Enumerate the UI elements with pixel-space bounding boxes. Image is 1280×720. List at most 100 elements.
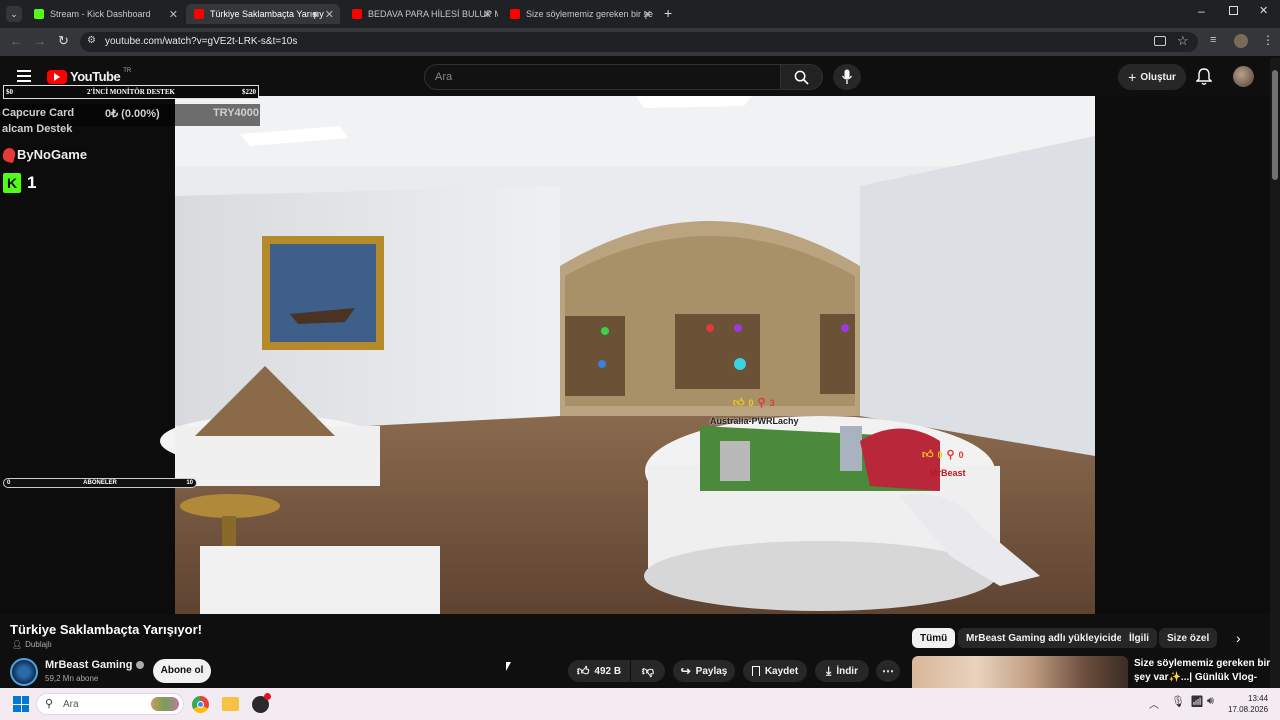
download-label: İndir xyxy=(836,665,858,677)
reload-icon[interactable]: ↻ xyxy=(58,33,69,49)
share-arrow-icon: ↪ xyxy=(680,664,691,678)
wifi-icon[interactable]: 📶︎ xyxy=(1190,695,1204,708)
chip-all[interactable]: Tümü xyxy=(912,628,956,648)
chips-next-icon[interactable]: › xyxy=(1236,630,1241,646)
file-explorer-icon[interactable] xyxy=(222,697,239,711)
account-avatar[interactable] xyxy=(1233,66,1254,87)
video-frame xyxy=(0,96,1270,614)
tab-youtube-video[interactable]: Türkiye Saklambaçta Yarışıy 🔊︎ ✕ xyxy=(186,4,340,24)
clock-date[interactable]: 17.08.2026 xyxy=(1228,705,1268,714)
person-audio-icon: 👤︎ xyxy=(12,640,23,649)
subs-label: ABONELER xyxy=(83,480,117,486)
microphone-tray-icon[interactable]: 🎙︎ xyxy=(1171,695,1185,708)
player1-name: Australia-PWRLachy xyxy=(710,416,799,426)
clock-time[interactable]: 13:44 xyxy=(1248,694,1268,703)
scrollbar-thumb[interactable] xyxy=(1272,70,1278,180)
chip-for-you[interactable]: Size özel xyxy=(1159,628,1218,648)
forward-icon[interactable]: → xyxy=(34,34,46,48)
close-window-icon[interactable]: ✕ xyxy=(1259,4,1268,17)
tab-search-dropdown-icon[interactable]: ⌄ xyxy=(6,6,22,22)
taskbar-search-box[interactable]: ⚲ Ara xyxy=(36,693,184,715)
recommendation-title-line2[interactable]: şey var✨...| Günlük Vlog- xyxy=(1134,672,1257,683)
channel-name[interactable]: MrBeast Gaming xyxy=(45,659,145,671)
like-count: 492 B xyxy=(594,665,622,677)
youtube-play-icon xyxy=(47,69,67,84)
close-tab-icon[interactable]: ✕ xyxy=(169,8,178,21)
minimize-icon[interactable]: – xyxy=(1198,4,1205,18)
microphone-icon xyxy=(841,69,853,84)
close-tab-icon[interactable]: ✕ xyxy=(643,8,652,21)
close-tab-icon[interactable]: ✕ xyxy=(483,8,492,21)
dislike-button[interactable]: 👎︎ xyxy=(631,660,665,682)
player2-finds: 0 xyxy=(958,449,964,460)
windows-start-icon[interactable] xyxy=(13,696,29,712)
more-actions-button[interactable]: ⋯ xyxy=(876,660,900,682)
recommendation-thumbnail[interactable] xyxy=(912,656,1128,688)
tab-size-soylememiz[interactable]: Size söylememiz gereken bir şe ✕ xyxy=(502,4,658,24)
video-title: Türkiye Saklambaçta Yarışıyor! xyxy=(10,622,202,637)
capcure-target: TRY4000 xyxy=(212,107,259,119)
hamburger-menu-icon[interactable] xyxy=(17,70,31,82)
youtube-logo-text: YouTube xyxy=(70,69,121,84)
speaker-icon[interactable]: 🔊︎ xyxy=(312,9,318,20)
obs-taskbar-icon[interactable] xyxy=(252,693,271,713)
address-bar[interactable]: ⚙ youtube.com/watch?v=gVE2t-LRK-s&t=10s … xyxy=(80,32,1198,52)
back-icon[interactable]: ← xyxy=(10,34,22,48)
close-tab-icon[interactable]: ✕ xyxy=(325,8,334,21)
page-scrollbar[interactable] xyxy=(1270,58,1280,688)
thumbs-down-icon: 👎︎ xyxy=(641,663,655,678)
taskbar-search-text: Ara xyxy=(63,699,79,710)
thumbs-up-icon: 👍︎ xyxy=(733,397,745,409)
verified-icon xyxy=(136,661,145,669)
chip-from-uploader[interactable]: MrBeast Gaming adlı yükleyiciden xyxy=(958,628,1137,648)
download-button[interactable]: ⤓ İndir xyxy=(815,660,869,682)
url-text[interactable]: youtube.com/watch?v=gVE2t-LRK-s&t=10s xyxy=(105,36,297,47)
region-code: TR xyxy=(123,67,132,74)
restore-icon[interactable] xyxy=(1229,6,1238,15)
more-horizontal-icon: ⋯ xyxy=(882,664,894,678)
like-button[interactable]: 👍︎ 492 B xyxy=(568,660,630,682)
subscriber-goal-bar: 0 ABONELER 10 xyxy=(3,478,197,488)
bynogame-logo: ByNoGame xyxy=(1,146,87,163)
player1-likes: 0 xyxy=(748,397,754,408)
recommendation-title-line1[interactable]: Size söylememiz gereken bir xyxy=(1134,658,1270,669)
search-input[interactable]: Ara xyxy=(424,64,781,90)
reading-list-icon[interactable]: ≡ xyxy=(1210,34,1216,46)
kick-logo-icon: K xyxy=(3,173,21,193)
save-button[interactable]: Kaydet xyxy=(743,660,807,682)
goal-title: 2'İNCİ MONİTÖR DESTEK xyxy=(87,88,175,96)
tab-bedava-para[interactable]: BEDAVA PARA HİLESİ BULUP M ✕ xyxy=(344,4,498,24)
magnifier-icon: ⚲ xyxy=(946,449,955,461)
share-button[interactable]: ↪ Paylaş xyxy=(673,660,735,682)
subscribe-button[interactable]: Abone ol xyxy=(153,659,211,683)
volume-icon[interactable]: 🔊︎ xyxy=(1207,695,1214,708)
search-icon xyxy=(794,70,809,85)
voice-search-button[interactable] xyxy=(833,64,861,90)
plus-icon: + xyxy=(1128,69,1137,85)
tray-overflow-icon[interactable]: ︿ xyxy=(1149,696,1159,711)
site-info-icon[interactable]: ⚙ xyxy=(87,35,96,46)
channel-avatar[interactable] xyxy=(10,658,38,686)
install-app-icon[interactable] xyxy=(1154,36,1166,46)
windows-taskbar: ⚲ Ara ︿ 🎙︎ 📶︎ 🔊︎ 13:44 17.08.2026 xyxy=(0,688,1280,720)
subscriber-count: 59,2 Mn abone xyxy=(45,674,99,683)
search-button[interactable] xyxy=(781,64,823,90)
chip-related[interactable]: İlgili xyxy=(1121,628,1157,648)
save-label: Kaydet xyxy=(764,665,799,677)
new-tab-icon[interactable]: + xyxy=(664,5,672,21)
video-player[interactable]: $0 2'İNCİ MONİTÖR DESTEK $220 Capcure Ca… xyxy=(0,85,1270,614)
tab-kick-dashboard[interactable]: Stream - Kick Dashboard ✕ xyxy=(26,4,184,24)
notifications-bell-icon[interactable] xyxy=(1195,68,1213,91)
youtube-logo[interactable]: YouTube TR xyxy=(47,67,132,84)
player-stats-2: 👍︎ 0 ⚲ 0 xyxy=(922,448,964,461)
alcam-label: alcam Destek xyxy=(2,123,73,135)
browser-menu-icon[interactable]: ⋮ xyxy=(1262,33,1274,47)
kick-favicon-icon xyxy=(34,9,44,19)
flame-icon xyxy=(1,146,17,163)
chrome-taskbar-icon[interactable] xyxy=(192,696,209,713)
tab-title: Stream - Kick Dashboard xyxy=(50,9,151,19)
bookmark-star-icon[interactable]: ☆ xyxy=(1177,33,1189,49)
profile-avatar[interactable] xyxy=(1234,34,1248,48)
create-button[interactable]: + Oluştur xyxy=(1118,64,1186,90)
player2-name: MrBeast xyxy=(930,468,966,478)
